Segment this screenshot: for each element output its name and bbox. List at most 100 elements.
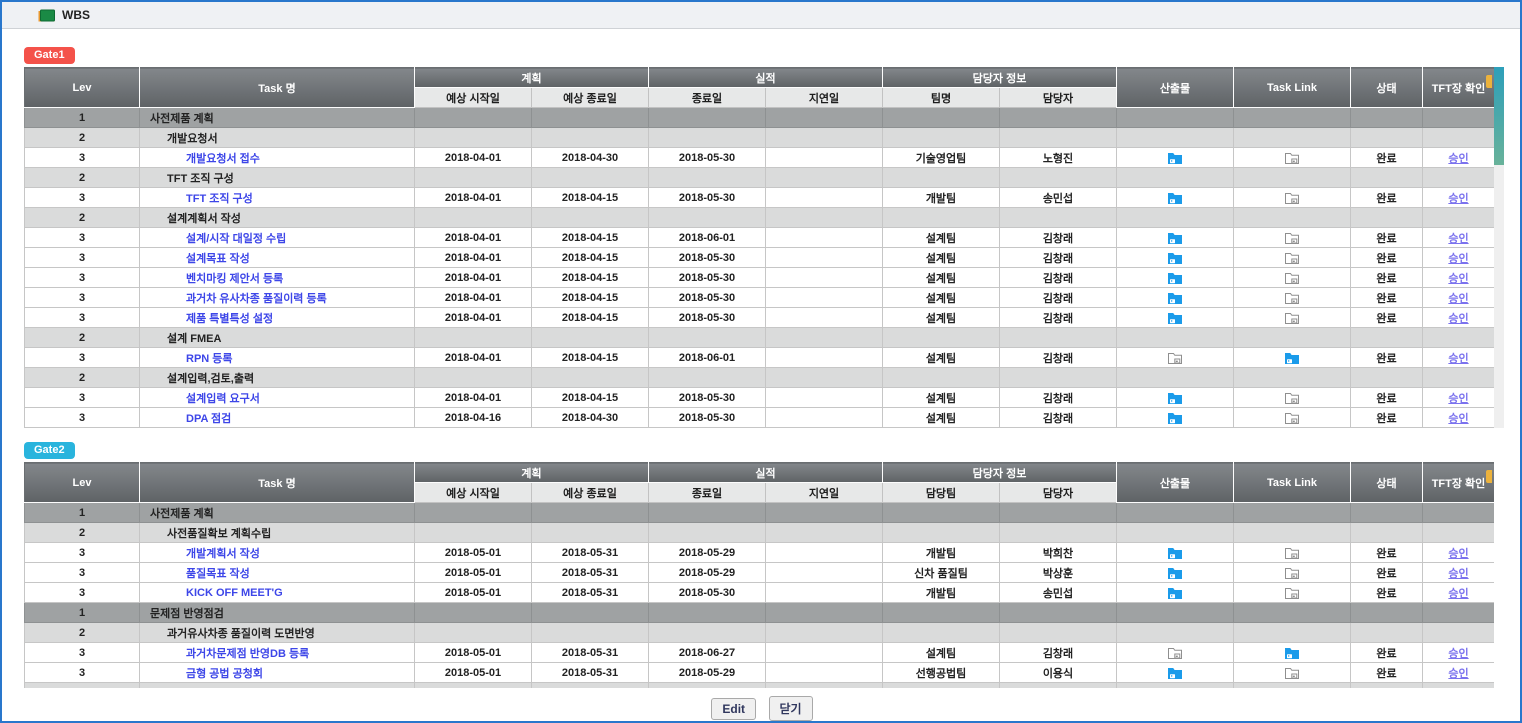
deliverable-cell[interactable] [1117, 308, 1234, 328]
task-name-link[interactable]: 설계목표 작성 [186, 253, 250, 265]
folder-filled-icon[interactable] [1167, 411, 1183, 425]
deliverable-cell[interactable] [1117, 248, 1234, 268]
folder-outline-icon[interactable] [1284, 666, 1300, 680]
folder-outline-icon[interactable] [1284, 311, 1300, 325]
task-cell[interactable]: 설계입력 요구서 [140, 388, 415, 408]
tft-confirm-cell[interactable]: 승인 [1423, 408, 1495, 428]
task-cell[interactable]: 과거차 유사차종 품질이력 등록 [140, 288, 415, 308]
task-name-link[interactable]: 품질목표 작성 [186, 568, 250, 580]
tft-confirm-cell[interactable]: 승인 [1423, 348, 1495, 368]
task-name-link[interactable]: 과거차문제점 반영DB 등록 [186, 648, 309, 660]
folder-outline-icon[interactable] [1284, 271, 1300, 285]
folder-filled-icon[interactable] [1167, 271, 1183, 285]
task-cell[interactable]: 금형 공법 공청회 [140, 663, 415, 683]
deliverable-cell[interactable] [1117, 188, 1234, 208]
folder-outline-icon[interactable] [1167, 351, 1183, 365]
task-cell[interactable]: RPN 등록 [140, 348, 415, 368]
task-link-cell[interactable] [1234, 408, 1351, 428]
deliverable-cell[interactable] [1117, 563, 1234, 583]
deliverable-cell[interactable] [1117, 288, 1234, 308]
task-cell[interactable]: 설계/시작 대일정 수립 [140, 228, 415, 248]
folder-outline-icon[interactable] [1284, 151, 1300, 165]
approve-link[interactable]: 승인 [1448, 648, 1468, 660]
task-name-link[interactable]: TFT 조직 구성 [186, 193, 253, 205]
folder-filled-icon[interactable] [1167, 151, 1183, 165]
task-link-cell[interactable] [1234, 288, 1351, 308]
folder-outline-icon[interactable] [1284, 191, 1300, 205]
deliverable-cell[interactable] [1117, 583, 1234, 603]
tft-confirm-cell[interactable]: 승인 [1423, 288, 1495, 308]
folder-filled-icon[interactable] [1284, 351, 1300, 365]
approve-link[interactable]: 승인 [1448, 293, 1468, 305]
approve-link[interactable]: 승인 [1448, 313, 1468, 325]
task-link-cell[interactable] [1234, 583, 1351, 603]
deliverable-cell[interactable] [1117, 663, 1234, 683]
approve-link[interactable]: 승인 [1448, 668, 1468, 680]
folder-filled-icon[interactable] [1167, 191, 1183, 205]
task-cell[interactable]: 개발계획서 작성 [140, 543, 415, 563]
tft-confirm-cell[interactable]: 승인 [1423, 388, 1495, 408]
task-name-link[interactable]: 개발계획서 작성 [186, 548, 260, 560]
deliverable-cell[interactable] [1117, 388, 1234, 408]
deliverable-cell[interactable] [1117, 268, 1234, 288]
deliverable-cell[interactable] [1117, 643, 1234, 663]
folder-filled-icon[interactable] [1167, 251, 1183, 265]
task-name-link[interactable]: 제품 특별특성 설정 [186, 313, 273, 325]
task-cell[interactable]: KICK OFF MEET'G [140, 583, 415, 603]
gate1-scrollbar-thumb[interactable] [1494, 67, 1504, 165]
edit-button[interactable]: Edit [711, 698, 756, 720]
folder-outline-icon[interactable] [1284, 291, 1300, 305]
task-name-link[interactable]: 벤치마킹 제안서 등록 [186, 273, 283, 285]
tft-confirm-cell[interactable]: 승인 [1423, 663, 1495, 683]
approve-link[interactable]: 승인 [1448, 353, 1468, 365]
task-cell[interactable]: 과거차문제점 반영DB 등록 [140, 643, 415, 663]
task-link-cell[interactable] [1234, 268, 1351, 288]
task-name-link[interactable]: 설계입력 요구서 [186, 393, 260, 405]
task-cell[interactable]: 벤치마킹 제안서 등록 [140, 268, 415, 288]
tft-confirm-cell[interactable]: 승인 [1423, 643, 1495, 663]
tft-confirm-cell[interactable]: 승인 [1423, 543, 1495, 563]
task-cell[interactable]: 개발요청서 접수 [140, 148, 415, 168]
task-cell[interactable]: 품질목표 작성 [140, 563, 415, 583]
approve-link[interactable]: 승인 [1448, 413, 1468, 425]
task-link-cell[interactable] [1234, 643, 1351, 663]
approve-link[interactable]: 승인 [1448, 273, 1468, 285]
gate1-scrollbar[interactable] [1494, 67, 1504, 428]
folder-outline-icon[interactable] [1284, 411, 1300, 425]
task-name-link[interactable]: DPA 점검 [186, 413, 231, 425]
approve-link[interactable]: 승인 [1448, 153, 1468, 165]
task-cell[interactable]: 제품 특별특성 설정 [140, 308, 415, 328]
task-name-link[interactable]: RPN 등록 [186, 353, 233, 365]
task-name-link[interactable]: 설계/시작 대일정 수립 [186, 233, 286, 245]
deliverable-cell[interactable] [1117, 348, 1234, 368]
task-link-cell[interactable] [1234, 308, 1351, 328]
folder-filled-icon[interactable] [1167, 666, 1183, 680]
tft-confirm-cell[interactable]: 승인 [1423, 583, 1495, 603]
task-link-cell[interactable] [1234, 388, 1351, 408]
task-link-cell[interactable] [1234, 348, 1351, 368]
tft-confirm-cell[interactable]: 승인 [1423, 308, 1495, 328]
folder-filled-icon[interactable] [1167, 566, 1183, 580]
approve-link[interactable]: 승인 [1448, 393, 1468, 405]
folder-outline-icon[interactable] [1284, 391, 1300, 405]
task-name-link[interactable]: 금형 공법 공청회 [186, 668, 263, 680]
deliverable-cell[interactable] [1117, 543, 1234, 563]
task-link-cell[interactable] [1234, 563, 1351, 583]
folder-filled-icon[interactable] [1167, 291, 1183, 305]
tft-confirm-cell[interactable]: 승인 [1423, 188, 1495, 208]
task-cell[interactable]: 설계목표 작성 [140, 248, 415, 268]
approve-link[interactable]: 승인 [1448, 548, 1468, 560]
folder-outline-icon[interactable] [1284, 566, 1300, 580]
task-name-link[interactable]: 개발요청서 접수 [186, 153, 260, 165]
deliverable-cell[interactable] [1117, 228, 1234, 248]
deliverable-cell[interactable] [1117, 408, 1234, 428]
folder-filled-icon[interactable] [1167, 546, 1183, 560]
task-link-cell[interactable] [1234, 248, 1351, 268]
tft-confirm-cell[interactable]: 승인 [1423, 248, 1495, 268]
tft-confirm-cell[interactable]: 승인 [1423, 148, 1495, 168]
folder-filled-icon[interactable] [1167, 586, 1183, 600]
approve-link[interactable]: 승인 [1448, 568, 1468, 580]
approve-link[interactable]: 승인 [1448, 233, 1468, 245]
task-link-cell[interactable] [1234, 188, 1351, 208]
deliverable-cell[interactable] [1117, 148, 1234, 168]
